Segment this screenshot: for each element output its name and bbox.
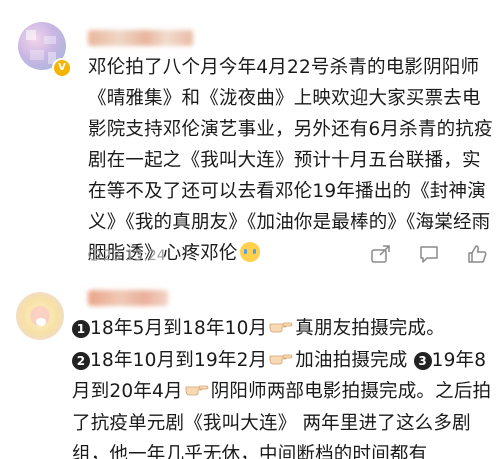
comment-meta: 23 13:24	[88, 248, 166, 264]
share-icon[interactable]	[370, 243, 392, 265]
username-blurred[interactable]	[88, 30, 193, 46]
number-badge: 3	[413, 351, 432, 370]
comment-icon[interactable]	[418, 243, 440, 265]
verified-badge-icon: V	[52, 58, 72, 78]
comment-feed: V 邓伦拍了八个月今年4月22号杀青的电影阴阳师《晴雅集》和《泷夜曲》上映欢迎大…	[0, 0, 500, 459]
crying-emoji-icon	[239, 242, 260, 262]
like-icon[interactable]	[466, 243, 488, 265]
clock-icon	[88, 248, 101, 261]
pointing-finger-icon	[269, 354, 293, 364]
comment-text: 邓伦拍了八个月今年4月22号杀青的电影阴阳师《晴雅集》和《泷夜曲》上映欢迎大家买…	[88, 57, 493, 264]
comment-text: 1 18年5月到18年10月 真朋友拍摄完成。 2 18年10月到19年2月 加油拍摄完成…	[72, 318, 492, 459]
number-badge: 2	[72, 351, 90, 370]
avatar[interactable]	[16, 292, 64, 340]
pointing-finger-icon	[185, 385, 209, 396]
comment-actions	[370, 243, 488, 265]
pointing-finger-icon	[269, 322, 293, 333]
username-blurred[interactable]	[88, 290, 168, 306]
comment-time: 23 13:24	[103, 248, 166, 264]
number-badge: 1	[72, 320, 90, 338]
